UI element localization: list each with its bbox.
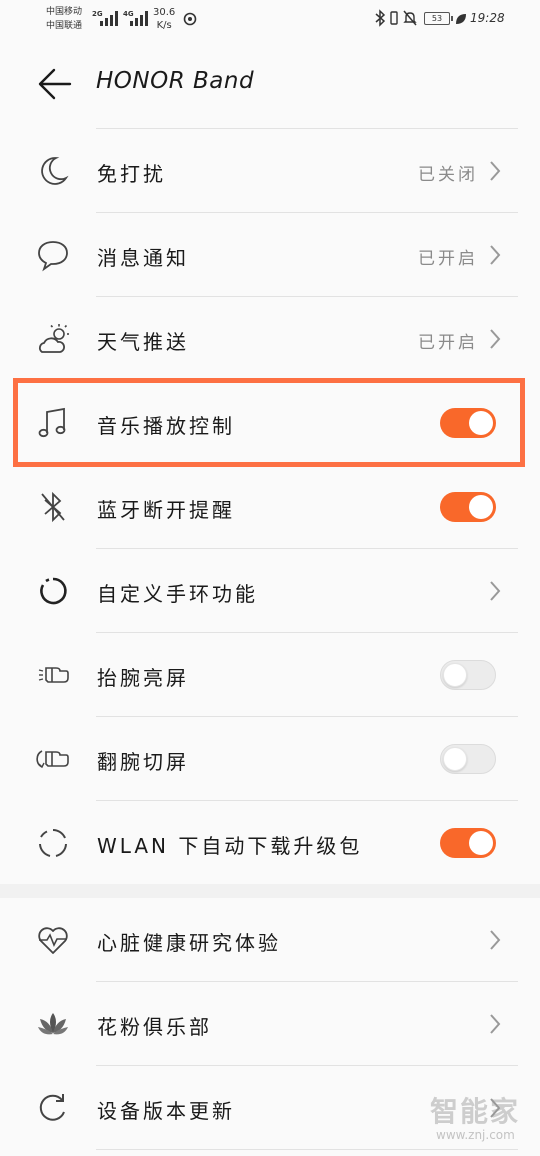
page-title: HONOR Band	[96, 68, 255, 94]
setting-label: 设备版本更新	[97, 1099, 235, 1123]
battery-indicator: 53	[424, 12, 453, 25]
setting-label: 花粉俱乐部	[97, 1015, 212, 1039]
heart-pulse-icon	[38, 927, 68, 954]
carrier-names: 中国移动 中国联通	[46, 5, 82, 33]
toggle-knob	[443, 663, 467, 687]
lotus-icon	[38, 1013, 68, 1035]
toggle-knob	[469, 495, 493, 519]
setting-value: 已关闭	[418, 165, 478, 185]
leaf-icon	[456, 14, 466, 24]
status-bar: 中国移动 中国联通 2G 4G 30.6 K/s 53 19:28	[0, 0, 540, 40]
toggle-knob	[469, 831, 493, 855]
setting-row-weather[interactable]: 天气推送 已开启	[0, 297, 540, 381]
setting-label: WLAN 下自动下载升级包	[97, 834, 363, 858]
wlan-update-toggle[interactable]	[440, 828, 496, 858]
setting-row-bluetooth-alert[interactable]: 蓝牙断开提醒	[0, 465, 540, 549]
chevron-right-icon	[490, 161, 501, 181]
flip-wrist-toggle[interactable]	[440, 744, 496, 774]
network-speed: 30.6 K/s	[153, 7, 176, 31]
signal-icon-2	[130, 11, 148, 26]
wrist-flip-icon	[36, 750, 69, 769]
carrier-1: 中国移动	[46, 7, 83, 17]
setting-row-heart-health[interactable]: 心脏健康研究体验	[0, 898, 540, 982]
setting-row-custom-band[interactable]: 自定义手环功能	[0, 549, 540, 633]
setting-label: 天气推送	[97, 330, 189, 354]
message-bubble-icon	[38, 241, 68, 272]
chevron-right-icon	[490, 581, 501, 601]
weather-icon	[39, 324, 69, 353]
wrist-raise-icon	[38, 667, 69, 683]
refresh-icon	[39, 1094, 65, 1121]
setting-row-fan-club[interactable]: 花粉俱乐部	[0, 982, 540, 1066]
carrier-2: 中国联通	[46, 21, 83, 31]
setting-value: 已开启	[418, 249, 478, 269]
setting-label: 蓝牙断开提醒	[97, 498, 235, 522]
setting-label: 心脏健康研究体验	[97, 931, 281, 955]
bluetooth-alert-toggle[interactable]	[440, 492, 496, 522]
signal-icon	[100, 11, 118, 26]
setting-label: 翻腕切屏	[97, 750, 189, 774]
chevron-right-icon	[490, 1014, 501, 1034]
sync-icon	[183, 12, 197, 26]
highlight-box	[13, 378, 525, 467]
clock: 19:28	[470, 11, 505, 25]
setting-value: 已开启	[418, 333, 478, 353]
setting-row-notifications[interactable]: 消息通知 已开启	[0, 213, 540, 297]
setting-label: 消息通知	[97, 246, 189, 270]
app-header: HONOR Band	[0, 40, 540, 128]
setting-row-flip-wrist[interactable]: 翻腕切屏	[0, 717, 540, 801]
setting-row-do-not-disturb[interactable]: 免打扰 已关闭	[0, 129, 540, 213]
vibrate-icon	[390, 11, 398, 25]
watermark-logo: 智能家	[430, 1095, 521, 1128]
chevron-right-icon	[490, 329, 501, 349]
toggle-knob	[443, 747, 467, 771]
bluetooth-icon	[375, 9, 386, 27]
mute-bell-icon	[403, 10, 417, 26]
bluetooth-off-icon	[41, 491, 65, 523]
update-cycle-icon	[39, 829, 67, 857]
chevron-right-icon	[490, 930, 501, 950]
watermark: 智能家 www.znj.com	[430, 1090, 534, 1146]
back-arrow-icon[interactable]	[34, 64, 74, 104]
watermark-url: www.znj.com	[436, 1128, 515, 1142]
moon-icon	[41, 157, 69, 185]
raise-wrist-toggle[interactable]	[440, 660, 496, 690]
setting-label: 免打扰	[97, 162, 166, 186]
setting-label: 自定义手环功能	[97, 582, 258, 606]
section-separator	[0, 884, 540, 898]
setting-label: 抬腕亮屏	[97, 666, 189, 690]
divider	[96, 1149, 518, 1150]
setting-row-raise-wrist[interactable]: 抬腕亮屏	[0, 633, 540, 717]
chevron-right-icon	[490, 245, 501, 265]
circle-progress-icon	[40, 577, 67, 605]
setting-row-wlan-update[interactable]: WLAN 下自动下载升级包	[0, 801, 540, 885]
